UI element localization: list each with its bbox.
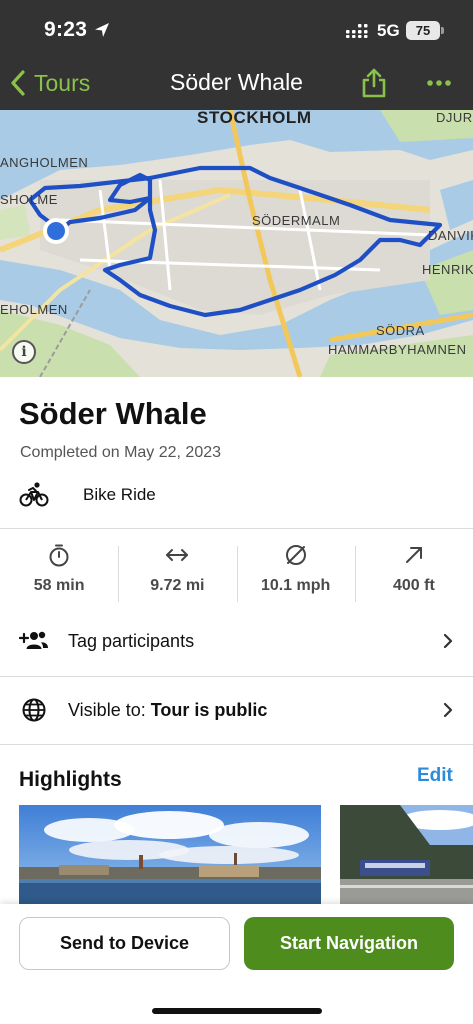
add-people-icon	[19, 631, 48, 649]
status-time: 9:23	[44, 18, 88, 41]
tag-participants-label: Tag participants	[68, 631, 195, 651]
highlight-photo-stockholm-panorama[interactable]	[19, 805, 321, 909]
home-indicator[interactable]	[152, 1008, 322, 1014]
map-label-danvik: DANVIK	[428, 228, 473, 243]
chevron-right-icon	[443, 633, 453, 649]
nav-title: Söder Whale	[170, 69, 303, 95]
start-navigation-button[interactable]: Start Navigation	[244, 917, 454, 970]
stat-distance-value: 9.72 mi	[150, 577, 205, 594]
photo-canvas	[19, 805, 321, 909]
bike-icon	[19, 482, 49, 507]
divider	[0, 528, 473, 529]
stat-elevation-value: 400 ft	[392, 577, 435, 594]
stat-speed: 10.1 mph	[236, 538, 355, 610]
tour-title: Söder Whale	[19, 396, 207, 431]
top-bar: 9:23 5G 75 Tours Söder Whale	[0, 0, 473, 110]
battery-nub	[441, 27, 444, 34]
stat-elevation: 400 ft	[354, 538, 473, 610]
globe-icon	[22, 698, 46, 722]
divider	[0, 676, 473, 677]
highlights-heading: Highlights	[19, 768, 122, 791]
battery-icon: 75	[406, 21, 440, 40]
route-map[interactable]: STOCKHOLM DJUR ANGHOLMEN SHOLME SÖDERMAL…	[0, 110, 473, 377]
visibility-value: Tour is public	[150, 700, 268, 720]
sport-type-label: Bike Ride	[83, 485, 156, 504]
cellular-signal-icon	[346, 24, 368, 38]
distance-arrows-icon	[166, 549, 189, 561]
map-label-eholmen: EHOLMEN	[0, 302, 68, 317]
map-label-langholmen: ANGHOLMEN	[0, 155, 89, 170]
map-label-sholme: SHOLME	[0, 192, 58, 207]
map-label-henrik: HENRIK	[422, 262, 473, 277]
visibility-label: Visible to: Tour is public	[68, 700, 267, 721]
stopwatch-icon	[49, 544, 69, 567]
visibility-row[interactable]: Visible to: Tour is public	[0, 686, 473, 734]
edit-highlights-link[interactable]: Edit	[417, 765, 453, 787]
elevation-up-icon	[405, 547, 422, 563]
visibility-prefix: Visible to:	[68, 700, 151, 720]
average-speed-icon	[285, 545, 306, 565]
photo-canvas	[340, 805, 473, 909]
highlight-photo-road[interactable]	[340, 805, 473, 909]
map-label-sodermalm: SÖDERMALM	[252, 213, 341, 228]
network-type: 5G	[377, 21, 400, 40]
map-label-stockholm: STOCKHOLM	[197, 110, 312, 127]
send-to-device-button[interactable]: Send to Device	[19, 917, 230, 970]
map-info-button[interactable]: i	[12, 340, 36, 364]
share-icon[interactable]	[361, 68, 387, 98]
stat-duration: 58 min	[0, 538, 118, 610]
map-label-sodra: SÖDRA	[376, 323, 425, 338]
more-options-icon[interactable]	[426, 72, 452, 94]
bottom-action-bar: Send to Device Start Navigation	[0, 904, 473, 1024]
tag-participants-row[interactable]: Tag participants	[0, 617, 473, 665]
status-bar: 9:23 5G 75	[0, 0, 473, 58]
stat-duration-value: 58 min	[33, 577, 85, 594]
stat-distance: 9.72 mi	[118, 538, 236, 610]
stat-speed-value: 10.1 mph	[260, 577, 331, 594]
map-label-djurgarden: DJUR	[436, 110, 473, 125]
stats-row: 58 min 9.72 mi 10.1 mph 400 ft	[0, 538, 473, 610]
nav-bar: Tours Söder Whale	[0, 58, 473, 110]
completed-date: Completed on May 22, 2023	[20, 444, 222, 461]
chevron-right-icon	[443, 702, 453, 718]
map-label-hammarby: HAMMARBYHAMNEN	[328, 342, 467, 357]
divider	[0, 744, 473, 745]
location-arrow-icon	[95, 23, 109, 37]
